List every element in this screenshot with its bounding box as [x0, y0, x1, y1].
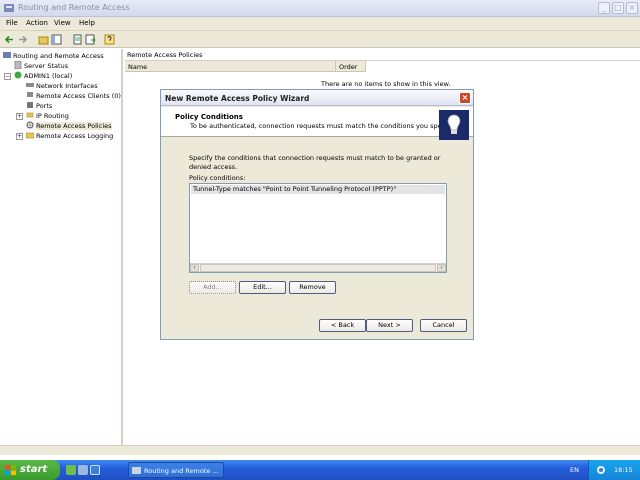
wizard-page-title: Policy Conditions — [175, 113, 243, 121]
internet-explorer-icon[interactable] — [90, 465, 100, 475]
routing-console-icon — [3, 52, 11, 58]
tree-root[interactable]: Routing and Remote Access — [3, 51, 104, 61]
tree-item-ports[interactable]: Ports — [26, 101, 52, 111]
show-desktop-icon[interactable] — [66, 465, 76, 475]
edit-condition-button[interactable]: Edit... — [239, 281, 286, 294]
server-status-icon — [14, 61, 22, 69]
tree-expander-logging[interactable]: + — [16, 133, 23, 140]
list-horizontal-scrollbar[interactable]: ‹ › — [190, 263, 446, 272]
network-tray-icon[interactable] — [596, 465, 606, 475]
next-button[interactable]: Next > — [366, 319, 413, 332]
routing-app-icon — [4, 4, 14, 12]
taskbar: start Routing and Remote ... EN 18:15 — [0, 460, 640, 480]
taskbar-item-routing[interactable]: Routing and Remote ... — [128, 462, 224, 478]
menu-action[interactable]: Action — [26, 19, 48, 27]
column-header-order[interactable]: Order — [336, 61, 366, 72]
dialog-close-button[interactable]: × — [459, 92, 471, 104]
routing-app-icon — [132, 467, 141, 474]
tree-item-remote-access-clients[interactable]: Remote Access Clients (0) — [26, 91, 121, 101]
network-interfaces-icon — [26, 83, 34, 87]
remove-condition-button[interactable]: Remove — [289, 281, 336, 294]
list-item[interactable]: Tunnel-Type matches "Point to Point Tunn… — [191, 185, 445, 194]
windows-flag-icon — [5, 465, 16, 475]
console-tree: Routing and Remote Access Server Status … — [0, 49, 123, 445]
details-header: Remote Access Policies — [125, 49, 640, 61]
policy-conditions-list[interactable]: Tunnel-Type matches "Point to Point Tunn… — [189, 183, 447, 273]
wizard-page-subtitle: To be authenticated, connection requests… — [190, 122, 455, 130]
back-button[interactable]: < Back — [319, 319, 366, 332]
menu-help[interactable]: Help — [79, 19, 95, 27]
tree-expander-admin1[interactable]: − — [4, 73, 11, 80]
up-folder-icon[interactable] — [38, 34, 49, 45]
wizard-header: Policy Conditions To be authenticated, c… — [161, 107, 473, 140]
ports-icon — [27, 102, 33, 108]
tree-item-admin1[interactable]: ADMIN1 (local) — [14, 71, 72, 81]
logging-folder-icon — [26, 132, 34, 139]
tree-item-remote-access-policies[interactable]: Remote Access Policies — [26, 121, 112, 131]
maximize-button[interactable]: □ — [612, 2, 624, 14]
scroll-thumb[interactable] — [200, 264, 436, 272]
taskbar-item-label: Routing and Remote ... — [144, 467, 219, 475]
empty-list-message: There are no items to show in this view. — [321, 80, 451, 88]
ip-routing-icon — [26, 112, 34, 118]
status-bar — [0, 445, 640, 455]
new-policy-wizard-dialog: New Remote Access Policy Wizard × Policy… — [160, 89, 474, 340]
explorer-icon[interactable] — [78, 465, 88, 475]
scroll-right-icon[interactable]: › — [437, 264, 446, 272]
system-tray: 18:15 — [588, 460, 640, 480]
column-header-name[interactable]: Name — [125, 61, 336, 72]
tree-expander-ip-routing[interactable]: + — [16, 113, 23, 120]
policies-icon — [26, 121, 34, 129]
dialog-titlebar: New Remote Access Policy Wizard × — [161, 90, 473, 106]
language-indicator[interactable]: EN — [570, 466, 579, 474]
export-list-icon[interactable] — [85, 34, 96, 45]
window-titlebar: Routing and Remote Access _ □ × — [0, 0, 640, 17]
tree-item-ip-routing[interactable]: IP Routing — [26, 111, 69, 121]
show-tree-icon[interactable] — [51, 34, 62, 45]
tree-item-remote-access-logging[interactable]: Remote Access Logging — [26, 131, 113, 141]
menu-view[interactable]: View — [54, 19, 71, 27]
scroll-left-icon[interactable]: ‹ — [190, 264, 199, 272]
menu-bar: File Action View Help — [0, 17, 640, 31]
wizard-description: Specify the conditions that connection r… — [189, 154, 441, 171]
forward-arrow-icon[interactable] — [17, 34, 28, 45]
policy-conditions-label: Policy conditions: — [189, 174, 246, 182]
tree-item-network-interfaces[interactable]: Network Interfaces — [26, 81, 98, 91]
tree-item-server-status[interactable]: Server Status — [14, 61, 68, 71]
back-arrow-icon[interactable] — [4, 34, 15, 45]
help-icon[interactable] — [104, 34, 115, 45]
window-title: Routing and Remote Access — [18, 3, 130, 12]
cancel-button[interactable]: Cancel — [420, 319, 467, 332]
clients-icon — [27, 92, 33, 97]
add-condition-button[interactable]: Add... — [189, 281, 236, 294]
server-green-icon — [14, 71, 22, 79]
dialog-title: New Remote Access Policy Wizard — [165, 94, 310, 103]
policy-wizard-icon — [439, 110, 469, 140]
menu-file[interactable]: File — [6, 19, 18, 27]
clock: 18:15 — [614, 466, 633, 474]
toolbar — [0, 31, 640, 48]
start-button[interactable]: start — [0, 460, 60, 480]
start-label: start — [20, 464, 48, 475]
minimize-button[interactable]: _ — [598, 2, 610, 14]
close-button[interactable]: × — [626, 2, 638, 14]
properties-icon[interactable] — [72, 34, 83, 45]
